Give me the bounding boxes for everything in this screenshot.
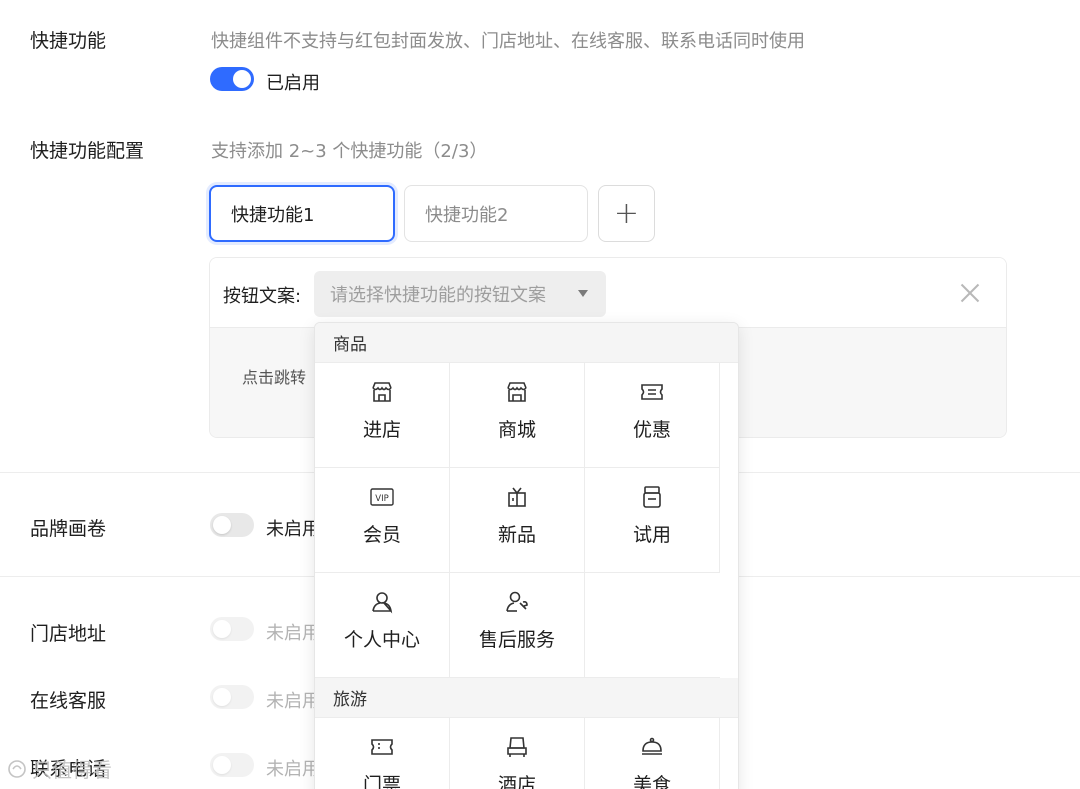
button-text-select[interactable]: 请选择快捷功能的按钮文案 bbox=[314, 271, 606, 317]
toggle-knob bbox=[213, 756, 231, 774]
ticket-icon bbox=[371, 739, 393, 755]
brand-label: 品牌画卷 bbox=[30, 518, 107, 540]
group-title-goods: 商品 bbox=[315, 323, 738, 363]
option-label: 新品 bbox=[497, 524, 536, 546]
shortcut-toggle-label: 已启用 bbox=[266, 73, 320, 94]
option-discount[interactable]: 优惠 bbox=[585, 363, 720, 468]
shortcut-hint: 快捷组件不支持与红包封面发放、门店地址、在线客服、联系电话同时使用 bbox=[211, 31, 805, 52]
option-enter-store[interactable]: 进店 bbox=[315, 363, 450, 468]
goods-grid: 进店 商城 优惠 VIP 会员 新品 试用 个人中心 售后服务 bbox=[315, 363, 738, 678]
option-mall[interactable]: 商城 bbox=[450, 363, 585, 468]
online-service-toggle-label: 未启用 bbox=[266, 691, 320, 712]
caret-down-icon bbox=[578, 290, 588, 297]
toggle-knob bbox=[233, 70, 251, 88]
travel-grid: 门票 酒店 美食 bbox=[315, 718, 738, 789]
online-service-toggle bbox=[210, 685, 254, 709]
add-shortcut-button[interactable]: + bbox=[598, 185, 655, 242]
brand-toggle-label: 未启用 bbox=[266, 519, 320, 540]
option-label: 优惠 bbox=[632, 419, 671, 441]
store-address-toggle bbox=[210, 617, 254, 641]
option-label: 试用 bbox=[632, 524, 671, 546]
group-title-travel: 旅游 bbox=[315, 678, 738, 718]
coupon-icon bbox=[641, 384, 663, 400]
phone-toggle bbox=[210, 753, 254, 777]
option-label: 门票 bbox=[362, 774, 401, 789]
toggle-knob bbox=[213, 688, 231, 706]
shortcut-label: 快捷功能 bbox=[30, 30, 107, 52]
tab-shortcut-2[interactable]: 快捷功能2 bbox=[404, 185, 588, 242]
watermark-text: 只值得看 bbox=[32, 758, 112, 782]
option-label: 个人中心 bbox=[343, 629, 420, 651]
tab-shortcut-1[interactable]: 快捷功能1 bbox=[209, 185, 395, 242]
option-label: 进店 bbox=[362, 419, 401, 441]
store-icon bbox=[372, 382, 392, 402]
vip-icon: VIP bbox=[370, 488, 394, 506]
config-label: 快捷功能配置 bbox=[30, 140, 145, 162]
option-new-product[interactable]: 新品 bbox=[450, 468, 585, 573]
watermark: 只值得看 bbox=[6, 754, 112, 783]
option-trial[interactable]: 试用 bbox=[585, 468, 720, 573]
gift-icon bbox=[508, 487, 526, 507]
phone-toggle-label: 未启用 bbox=[266, 759, 320, 780]
toggle-knob bbox=[213, 620, 231, 638]
user-icon bbox=[372, 592, 393, 614]
option-label: 酒店 bbox=[497, 774, 536, 789]
option-after-sales[interactable]: 售后服务 bbox=[450, 573, 585, 678]
select-placeholder: 请选择快捷功能的按钮文案 bbox=[330, 285, 546, 306]
service-icon bbox=[506, 591, 528, 612]
option-personal-center[interactable]: 个人中心 bbox=[315, 573, 450, 678]
option-label: 会员 bbox=[362, 524, 401, 546]
food-icon bbox=[642, 737, 662, 755]
option-label: 美食 bbox=[632, 774, 671, 789]
button-text-label: 按钮文案: bbox=[223, 286, 302, 307]
option-food[interactable]: 美食 bbox=[585, 718, 720, 789]
option-label: 售后服务 bbox=[478, 629, 555, 651]
empty-cell bbox=[585, 573, 720, 678]
close-icon[interactable] bbox=[960, 283, 980, 303]
option-member[interactable]: VIP 会员 bbox=[315, 468, 450, 573]
online-service-label: 在线客服 bbox=[30, 690, 107, 712]
shortcut-toggle[interactable] bbox=[210, 67, 254, 91]
option-hotel[interactable]: 酒店 bbox=[450, 718, 585, 789]
option-label: 商城 bbox=[497, 419, 536, 441]
trial-icon bbox=[643, 486, 661, 508]
brand-toggle[interactable] bbox=[210, 513, 254, 537]
jump-text: 点击跳转 bbox=[242, 368, 307, 387]
button-text-dropdown: 商品 进店 商城 优惠 VIP 会员 新品 试用 个人中心 售后服务 旅游 门票… bbox=[314, 322, 739, 789]
panel-header: 按钮文案: 请选择快捷功能的按钮文案 bbox=[210, 258, 1006, 328]
svg-text:VIP: VIP bbox=[375, 494, 388, 504]
watermark-logo-icon bbox=[8, 759, 26, 778]
store-address-label: 门店地址 bbox=[30, 623, 107, 645]
option-ticket[interactable]: 门票 bbox=[315, 718, 450, 789]
hotel-icon bbox=[507, 737, 527, 757]
toggle-knob bbox=[213, 516, 231, 534]
store-address-toggle-label: 未启用 bbox=[266, 623, 320, 644]
mall-icon bbox=[507, 382, 527, 402]
config-hint: 支持添加 2~3 个快捷功能（2/3） bbox=[211, 141, 488, 162]
